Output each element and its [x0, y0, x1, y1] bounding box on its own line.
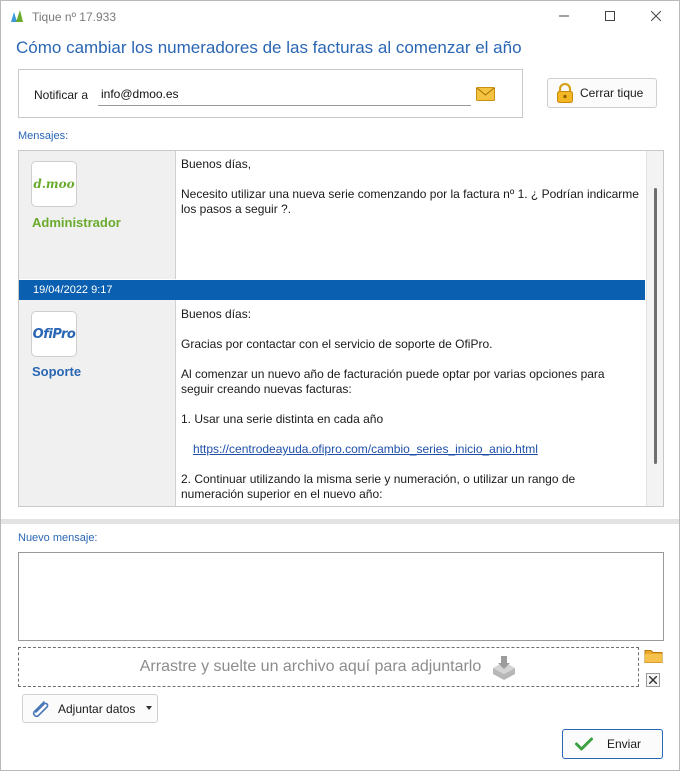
close-icon [651, 11, 661, 21]
message-paragraph: Buenos días: [181, 307, 252, 321]
new-message-label: Nuevo mensaje: [18, 532, 98, 544]
message-author: Administrador [32, 215, 121, 230]
title-bar[interactable]: Tique nº 17.933 [1, 1, 679, 31]
send-button[interactable]: Enviar [562, 729, 663, 759]
minimize-button[interactable] [541, 1, 587, 31]
message-paragraph: 2. Continuar utilizando la misma serie y… [181, 472, 576, 501]
message-author: Soporte [32, 364, 82, 379]
messages-scrollbar[interactable] [646, 151, 663, 506]
close-window-button[interactable] [633, 1, 679, 31]
app-logo-icon [11, 10, 23, 22]
message-paragraph: Necesito utilizar una nueva serie comenz… [181, 187, 639, 216]
send-label: Enviar [607, 737, 642, 751]
attach-data-label: Adjuntar datos [58, 701, 136, 716]
message-item: OfiPro Soporte Buenos días: Gracias por … [19, 300, 645, 506]
notify-label: Notificar a [34, 88, 89, 102]
section-divider [1, 519, 679, 524]
message-body: Buenos días: Gracias por contactar con e… [181, 307, 639, 506]
upload-box-icon [493, 656, 516, 680]
new-message-input[interactable] [18, 552, 664, 641]
maximize-icon [605, 11, 615, 21]
padlock-icon [557, 83, 573, 103]
messages-list[interactable]: d.moo Administrador Buenos días, Necesit… [18, 150, 664, 507]
close-small-icon [649, 676, 657, 684]
scrollbar-thumb[interactable] [654, 188, 657, 464]
message-item: d.moo Administrador Buenos días, Necesit… [19, 151, 645, 279]
message-paragraph: Gracias por contactar con el servicio de… [181, 337, 493, 351]
avatar: d.moo [31, 161, 77, 207]
message-date-bar: 19/04/2022 9:17 [19, 280, 645, 300]
message-paragraph: Buenos días, [181, 157, 252, 171]
close-ticket-button[interactable]: Cerrar tique [547, 78, 657, 108]
paperclip-icon [32, 700, 49, 717]
avatar-logo-text: OfiPro [32, 326, 76, 342]
message-paragraph: Al comenzar un nuevo año de facturación … [181, 367, 605, 396]
folder-icon [644, 650, 663, 663]
maximize-button[interactable] [587, 1, 633, 31]
message-link-paragraph: https://centrodeayuda.ofipro.com/cambio_… [181, 442, 639, 457]
message-sender-panel: OfiPro Soporte [19, 300, 176, 506]
envelope-icon [476, 87, 495, 101]
message-sender-panel: d.moo Administrador [19, 151, 176, 279]
attachment-dropzone[interactable]: Arrastre y suelte un archivo aquí para a… [18, 647, 639, 687]
avatar: OfiPro [31, 311, 77, 357]
messages-label: Mensajes: [18, 130, 69, 142]
ticket-window: Tique nº 17.933 Cómo cambiar los numerad… [0, 0, 680, 771]
help-center-link[interactable]: https://centrodeayuda.ofipro.com/cambio_… [193, 442, 538, 456]
ticket-subject: Cómo cambiar los numeradores de las fact… [16, 38, 522, 57]
minimize-icon [559, 15, 569, 17]
dropzone-text: Arrastre y suelte un archivo aquí para a… [139, 658, 482, 675]
notify-panel: Notificar a [18, 69, 523, 118]
browse-folder-button[interactable] [644, 648, 663, 664]
window-title: Tique nº 17.933 [32, 10, 116, 24]
message-paragraph: 1. Usar una serie distinta en cada año [181, 412, 384, 426]
close-ticket-label: Cerrar tique [580, 86, 644, 100]
send-email-button[interactable] [475, 85, 496, 103]
avatar-logo-text: d.moo [33, 177, 75, 191]
remove-attachment-button[interactable] [646, 673, 660, 687]
checkmark-icon [575, 737, 593, 751]
attach-data-button[interactable]: Adjuntar datos [22, 694, 158, 723]
notify-email-input[interactable] [98, 83, 471, 106]
chevron-down-icon [146, 706, 152, 710]
message-body: Buenos días, Necesito utilizar una nueva… [181, 157, 639, 232]
